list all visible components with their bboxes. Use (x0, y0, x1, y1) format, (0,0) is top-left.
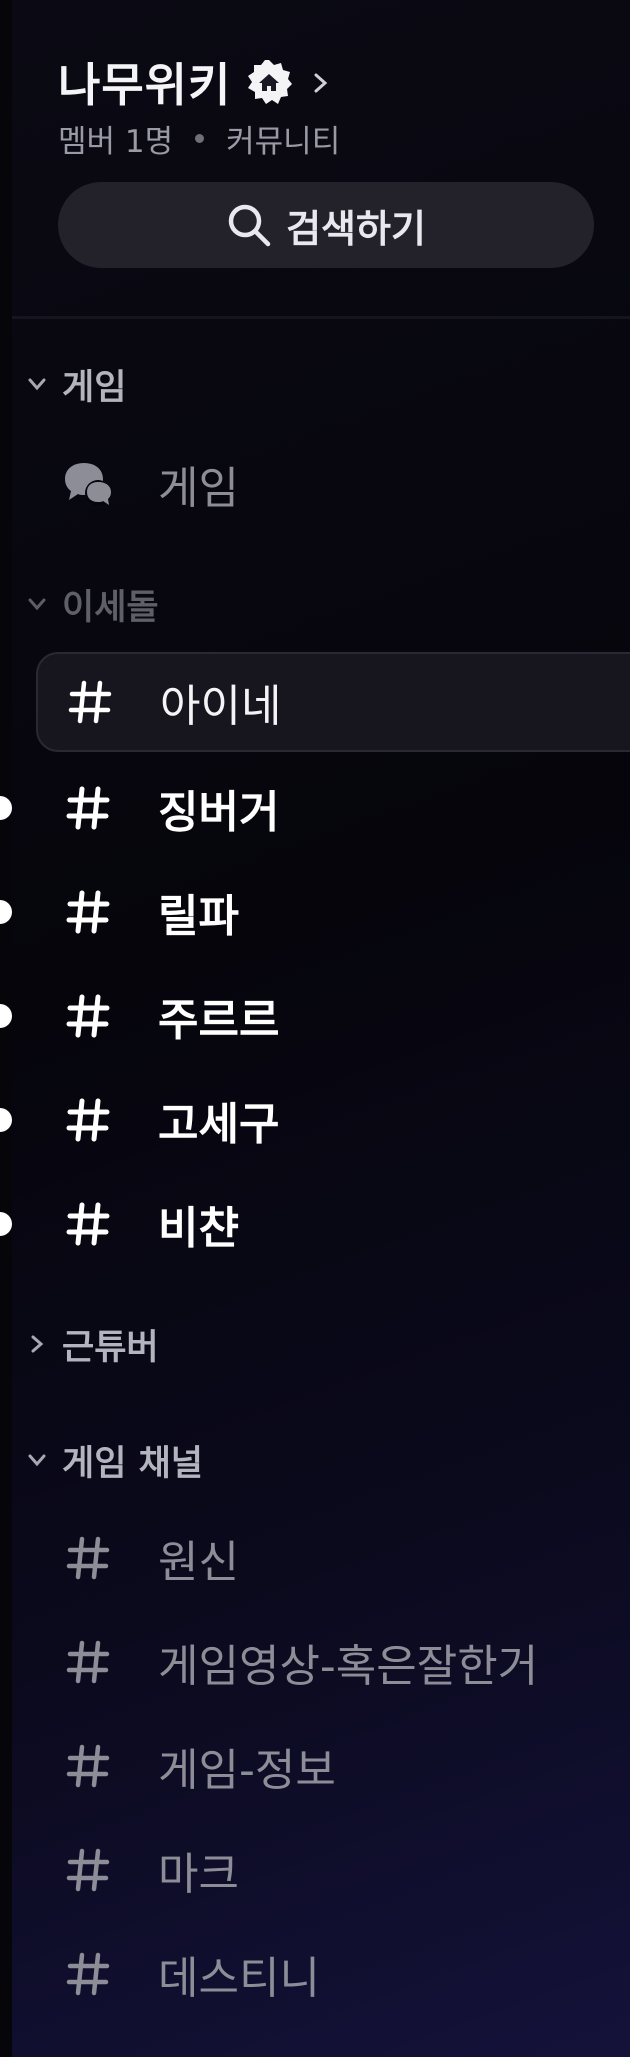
category-label: 근튜버 (62, 1327, 159, 1368)
channel-game-videos[interactable]: 게임영상-혹은잘한거 (36, 1614, 630, 1710)
channel-label: 주르르 (158, 995, 280, 1046)
channel-jingburger[interactable]: 징버거 (36, 760, 630, 856)
chevron-right-icon (311, 72, 331, 93)
category-game-channels[interactable]: 게임 채널 (26, 1432, 203, 1488)
hashtag-icon (60, 1842, 116, 1898)
channel-lilpa[interactable]: 릴파 (36, 864, 630, 960)
server-header[interactable]: 나무위키 (58, 52, 331, 112)
sidebar-edge (0, 0, 12, 2057)
separator-dot (195, 134, 205, 143)
hashtag-icon (60, 988, 116, 1044)
channel-label: 게임 (158, 463, 239, 514)
forum-icon (60, 456, 116, 512)
hashtag-icon (60, 1196, 116, 1252)
category-label: 게임 채널 (62, 1443, 203, 1484)
chevron-down-icon (28, 598, 46, 611)
search-label: 검색하기 (286, 206, 426, 251)
hashtag-icon (60, 1634, 116, 1690)
channel-viichan[interactable]: 비챤 (36, 1176, 630, 1272)
category-game[interactable]: 게임 (26, 356, 126, 412)
channel-genshin[interactable]: 원신 (36, 1510, 630, 1606)
hashtag-icon (60, 780, 116, 836)
channel-game-forum[interactable]: 게임 (36, 436, 630, 532)
channel-sidebar: 나무위키 멤버 1명 커뮤니티 검색하기 게임 게임 이세돌 아이네 징버거 릴… (0, 0, 630, 2057)
channel-minecraft[interactable]: 마크 (36, 1822, 630, 1918)
channel-destiny[interactable]: 데스티니 (36, 1926, 630, 2022)
member-count: 멤버 1명 (58, 124, 174, 160)
channel-label: 징버거 (158, 787, 280, 838)
channel-label: 원신 (158, 1537, 239, 1588)
channel-jururu[interactable]: 주르르 (36, 968, 630, 1064)
hashtag-icon (60, 1946, 116, 2002)
hashtag-icon (60, 1092, 116, 1148)
hashtag-icon (60, 1530, 116, 1586)
community-badge-icon (245, 58, 293, 106)
search-button[interactable]: 검색하기 (58, 182, 594, 268)
chevron-down-icon (28, 1454, 46, 1467)
channel-label: 릴파 (158, 891, 239, 942)
server-type: 커뮤니티 (226, 124, 341, 160)
channel-gosegu[interactable]: 고세구 (36, 1072, 630, 1168)
channel-label: 아이네 (160, 681, 282, 732)
chevron-down-icon (28, 378, 46, 391)
category-label: 이세돌 (62, 587, 159, 628)
hashtag-icon (60, 1738, 116, 1794)
channel-label: 게임-정보 (158, 1745, 336, 1796)
hashtag-icon (62, 674, 118, 730)
channel-label: 데스티니 (158, 1953, 320, 2004)
category-isedol[interactable]: 이세돌 (26, 576, 159, 632)
channel-aine[interactable]: 아이네 (36, 652, 630, 752)
channel-label: 고세구 (158, 1099, 280, 1150)
channel-label: 마크 (158, 1849, 239, 1900)
server-name: 나무위키 (58, 58, 232, 112)
channel-game-info[interactable]: 게임-정보 (36, 1718, 630, 1814)
chevron-right-icon (31, 1335, 44, 1353)
hashtag-icon (60, 884, 116, 940)
category-label: 게임 (62, 367, 127, 408)
server-subline: 멤버 1명 커뮤니티 (58, 116, 340, 161)
channel-label: 비챤 (158, 1203, 239, 1254)
category-geuntuber[interactable]: 근튜버 (26, 1316, 159, 1372)
header-divider (12, 316, 630, 319)
search-icon (228, 204, 271, 247)
channel-label: 게임영상-혹은잘한거 (158, 1641, 539, 1692)
